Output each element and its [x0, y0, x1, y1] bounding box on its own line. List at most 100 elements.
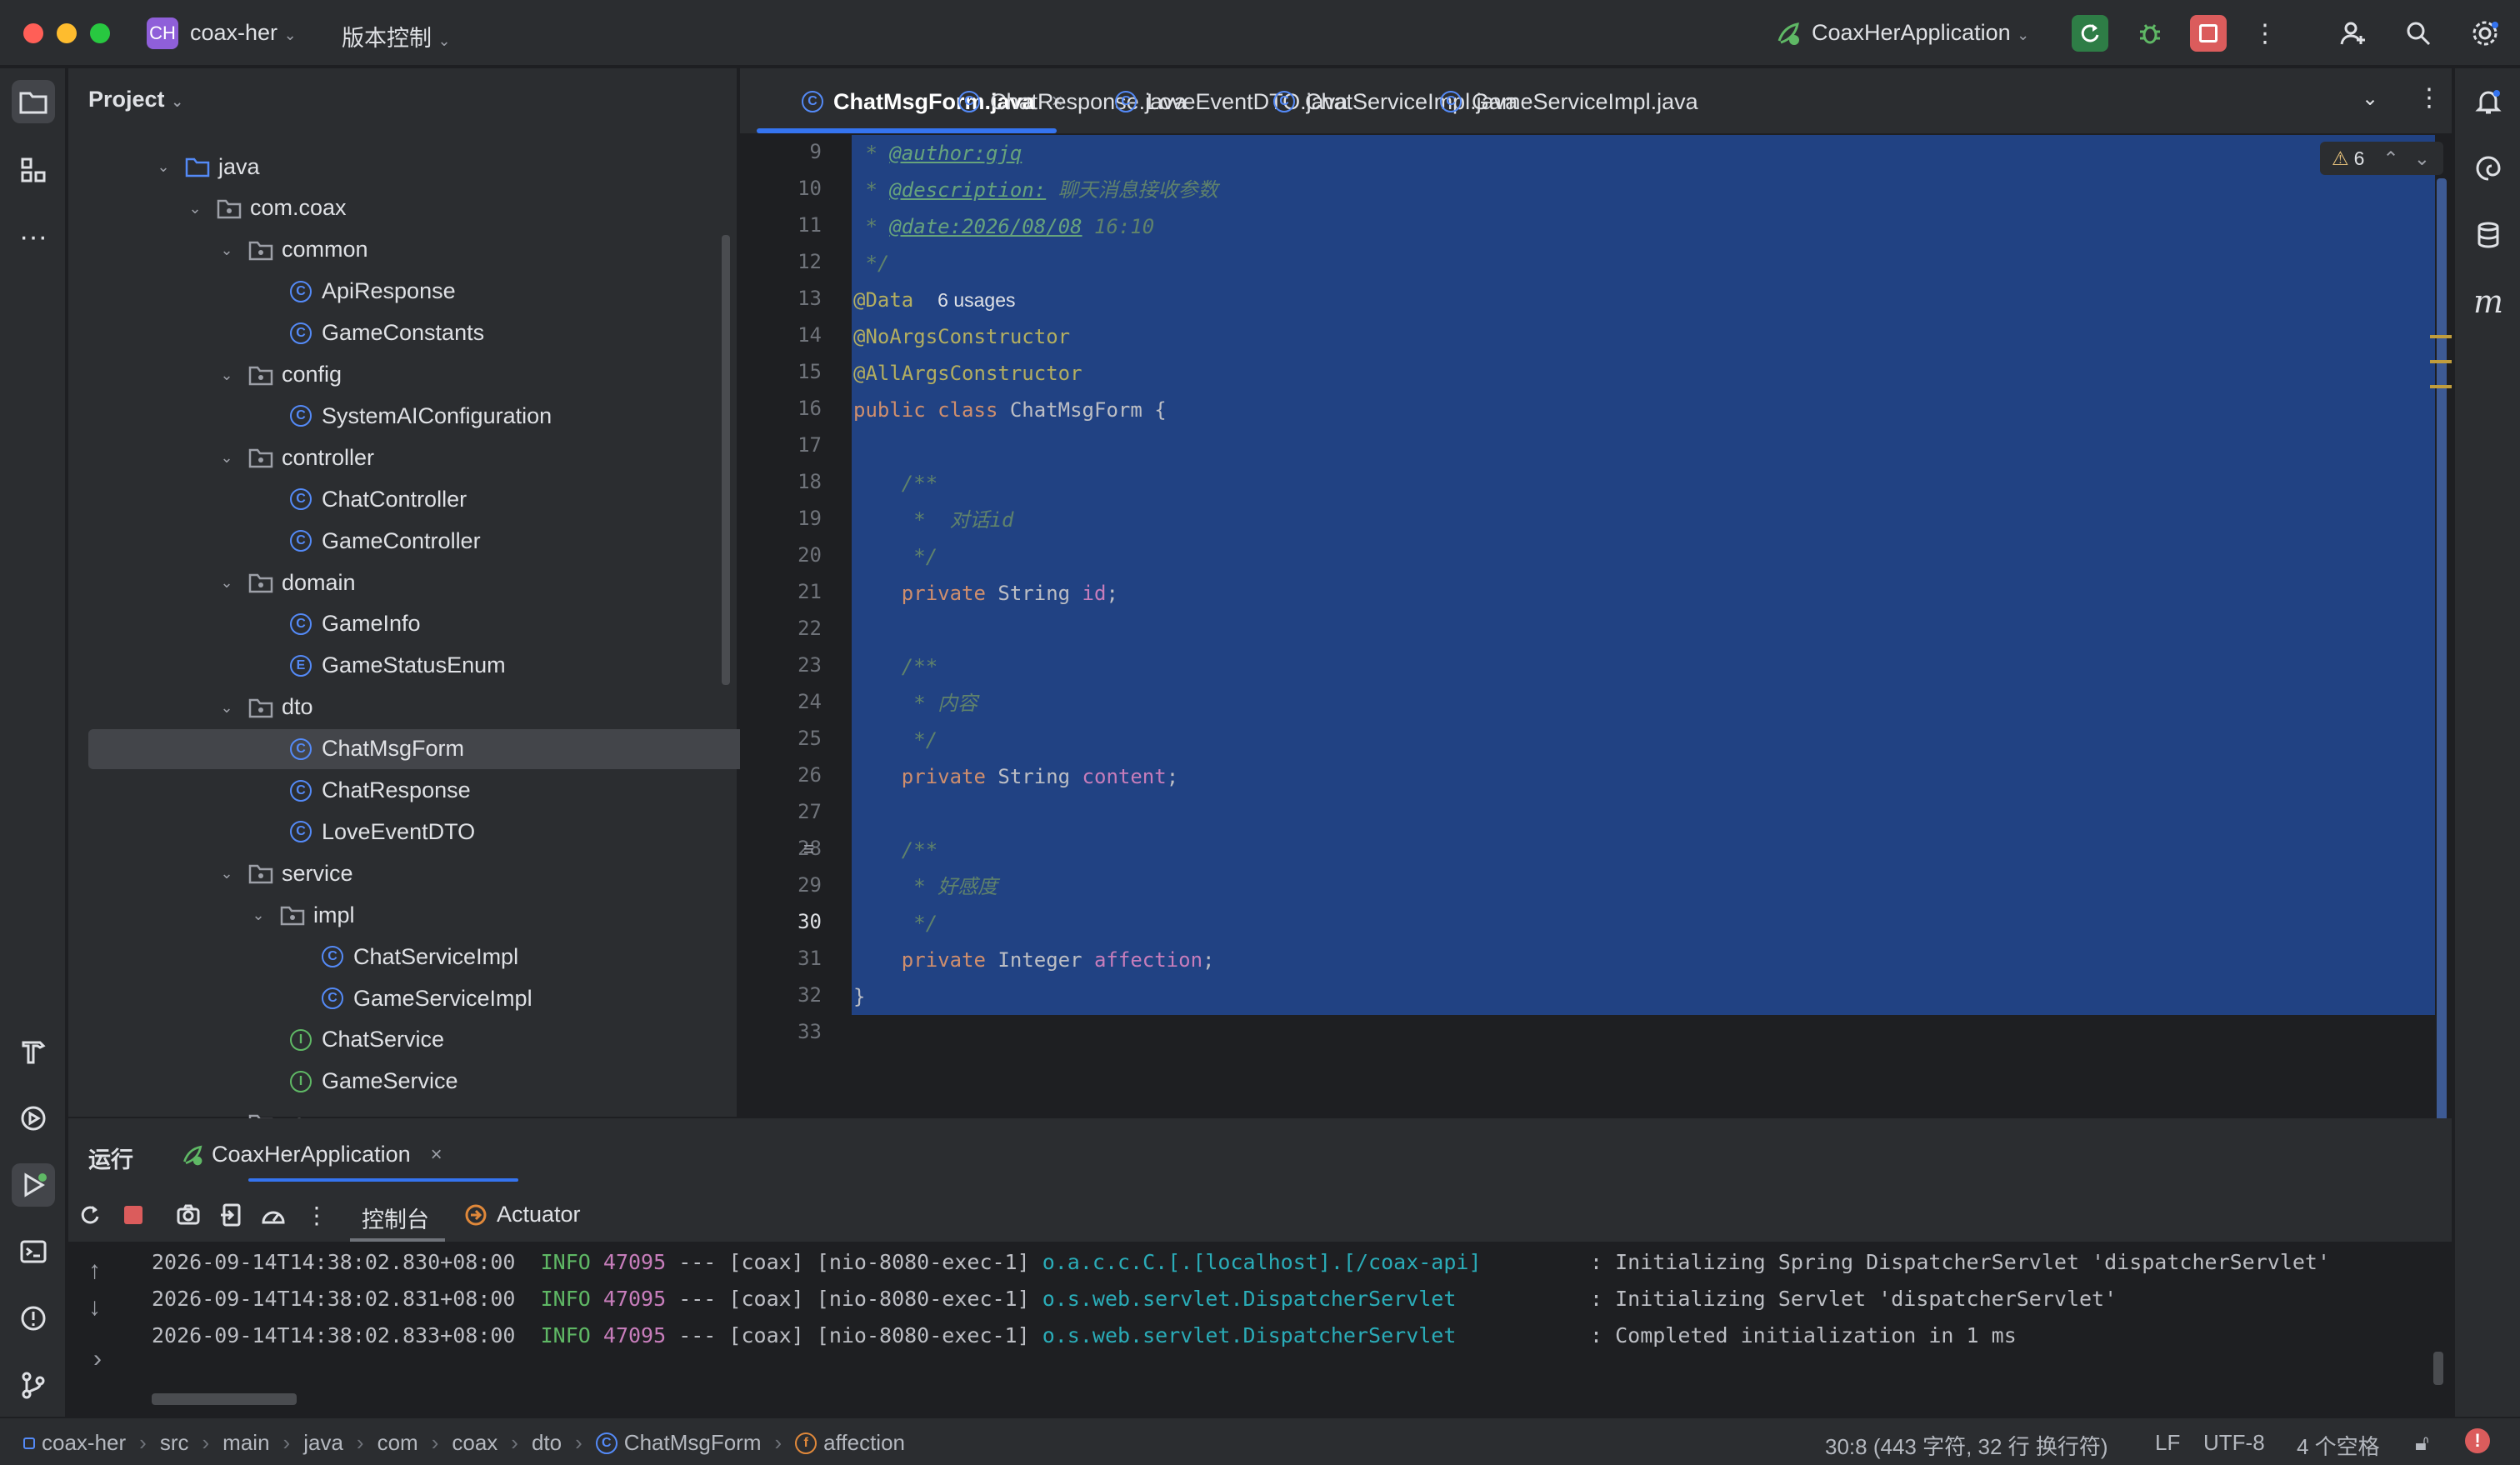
structure-tool-button[interactable] [12, 148, 55, 192]
close-window-button[interactable] [23, 23, 43, 43]
chevron-up-icon[interactable]: ⌃ [2382, 148, 2398, 170]
tree-item[interactable]: E GameStatusEnum [68, 646, 702, 686]
tree-item[interactable]: C ChatController [68, 479, 702, 519]
tree-item[interactable]: C SystemAIConfiguration [68, 396, 702, 436]
warning-stripe-marker[interactable] [2430, 385, 2452, 388]
log-line[interactable]: 2026-09-14T14:38:02.833+08:00 INFO 47095… [152, 1323, 2017, 1348]
warning-stripe-marker[interactable] [2430, 335, 2452, 338]
code-line[interactable]: */ [853, 245, 889, 282]
error-indicator-icon[interactable]: ! [2465, 1428, 2490, 1453]
project-badge[interactable]: CH [147, 18, 178, 49]
tab-list-chevron-icon[interactable]: ⌄ [2362, 87, 2378, 111]
chevron-down-icon[interactable]: ⌄ [217, 698, 237, 718]
problems-tool-button[interactable] [12, 1297, 55, 1340]
notifications-button[interactable] [2467, 80, 2510, 123]
project-tool-button[interactable] [12, 80, 55, 123]
code-editor[interactable]: * @author:gjq * @description: 聊天消息接收参数 *… [852, 135, 2452, 1162]
line-number[interactable]: 22 [798, 617, 822, 640]
project-tree-scrollbar[interactable] [722, 235, 730, 685]
file-encoding[interactable]: UTF-8 [2203, 1430, 2265, 1456]
tree-item[interactable]: C GameConstants [68, 313, 702, 353]
tree-item[interactable]: C ChatResponse [68, 771, 702, 811]
debug-button[interactable] [2132, 15, 2168, 52]
line-number[interactable]: 33 [798, 1020, 822, 1043]
tree-item[interactable]: ⌄ impl [68, 895, 702, 935]
chevron-down-icon[interactable]: ⌄ [217, 863, 237, 883]
line-number[interactable]: 16 [798, 397, 822, 420]
breadcrumb-item[interactable]: java [303, 1430, 343, 1456]
breadcrumb-item[interactable]: src [160, 1430, 189, 1456]
stop-button[interactable] [2190, 15, 2227, 52]
tree-item[interactable]: C ChatMsgForm [88, 728, 763, 769]
line-number[interactable]: 9 [810, 140, 822, 163]
breadcrumb-item[interactable]: ChatMsgForm [624, 1430, 762, 1456]
line-number[interactable]: 17 [798, 433, 822, 457]
code-line[interactable]: @NoArgsConstructor [853, 318, 1070, 355]
chevron-down-icon[interactable]: ⌄ [217, 365, 237, 385]
tree-item[interactable]: ⌄ domain [68, 562, 702, 602]
search-button[interactable] [2400, 15, 2437, 52]
more-run-actions-button[interactable]: ⋮ [300, 1198, 333, 1232]
caret-position[interactable]: 30:8 (443 字符, 32 行 换行符) [1825, 1430, 2108, 1461]
log-line[interactable]: 2026-09-14T14:38:02.830+08:00 INFO 47095… [152, 1250, 2330, 1274]
line-number[interactable]: 31 [798, 947, 822, 970]
code-line[interactable]: private String id; [853, 575, 1118, 612]
indent-setting[interactable]: 4 个空格 [2297, 1430, 2380, 1461]
line-number[interactable]: 32 [798, 983, 822, 1007]
tree-item[interactable]: C GameServiceImpl [68, 978, 702, 1018]
line-number[interactable]: 27 [798, 800, 822, 823]
run-config-selector[interactable]: CoaxHerApplication ⌄ [1812, 20, 2029, 46]
code-line[interactable]: * 对话id [853, 502, 1013, 538]
minimize-window-button[interactable] [57, 23, 77, 43]
code-line[interactable]: public class ChatMsgForm { [853, 392, 1167, 428]
code-line[interactable]: /** [853, 832, 938, 868]
tree-item[interactable]: ⌄ common [68, 230, 702, 270]
line-number[interactable]: 24 [798, 690, 822, 713]
line-number[interactable]: 13 [798, 287, 822, 310]
line-number[interactable]: 21 [798, 580, 822, 603]
code-line[interactable]: * @date:2026/08/08 16:10 [853, 208, 1154, 245]
line-number[interactable]: 18 [798, 470, 822, 493]
line-number[interactable]: 30 [798, 910, 822, 933]
project-panel-header[interactable]: Project ⌄ [88, 87, 183, 112]
tree-item[interactable]: C LoveEventDTO [68, 812, 702, 852]
breadcrumb-item[interactable]: com [378, 1430, 418, 1456]
breadcrumb-item[interactable]: coax-her [42, 1430, 126, 1456]
maven-tool-button[interactable]: m [2467, 280, 2510, 323]
line-number[interactable]: 26 [798, 763, 822, 787]
tree-item[interactable]: I GameService [68, 1062, 702, 1102]
chevron-down-icon[interactable]: ⌄ [185, 198, 205, 218]
git-tool-button[interactable] [12, 1363, 55, 1407]
vcs-menu[interactable]: 版本控制 ⌄ [342, 20, 451, 52]
code-line[interactable]: } [853, 978, 865, 1015]
log-line[interactable]: 2026-09-14T14:38:02.831+08:00 INFO 47095… [152, 1287, 2117, 1311]
thread-dump-button[interactable] [172, 1198, 205, 1232]
log-logger[interactable]: o.s.web.servlet.DispatcherServlet [1042, 1323, 1457, 1348]
chevron-down-icon[interactable]: ⌄ [153, 157, 173, 177]
tree-item[interactable]: I ChatService [68, 1020, 702, 1060]
line-number[interactable]: 12 [798, 250, 822, 273]
tree-item[interactable]: C GameInfo [68, 604, 702, 644]
console-tab[interactable]: 控制台 [362, 1202, 429, 1234]
warning-stripe-marker[interactable] [2430, 360, 2452, 363]
line-number[interactable]: 14 [798, 323, 822, 347]
profiler-button[interactable] [257, 1198, 290, 1232]
line-number[interactable]: 15 [798, 360, 822, 383]
breadcrumb-item[interactable]: coax [452, 1430, 498, 1456]
stop-toolbar-button[interactable] [117, 1198, 150, 1232]
ai-assistant-button[interactable] [2467, 147, 2510, 190]
chevron-down-icon[interactable]: ⌄ [2414, 148, 2430, 170]
breadcrumb-item[interactable]: dto [532, 1430, 562, 1456]
code-line[interactable]: private Integer affection; [853, 942, 1215, 978]
more-actions-button[interactable]: ⋮ [2247, 15, 2283, 52]
terminal-tool-button[interactable] [12, 1230, 55, 1273]
tab-gameserviceimpl[interactable]: C GameServiceImpl.java [1440, 68, 1698, 135]
chevron-down-icon[interactable]: ⌄ [217, 572, 237, 592]
zoom-window-button[interactable] [90, 23, 110, 43]
rerun-toolbar-button[interactable] [73, 1198, 107, 1232]
code-line[interactable]: * @description: 聊天消息接收参数 [853, 172, 1218, 208]
code-line[interactable]: */ [853, 722, 938, 758]
project-name-menu[interactable]: coax-her ⌄ [190, 20, 297, 46]
code-line[interactable]: * @author:gjq [853, 135, 1022, 172]
database-tool-button[interactable] [2467, 213, 2510, 257]
